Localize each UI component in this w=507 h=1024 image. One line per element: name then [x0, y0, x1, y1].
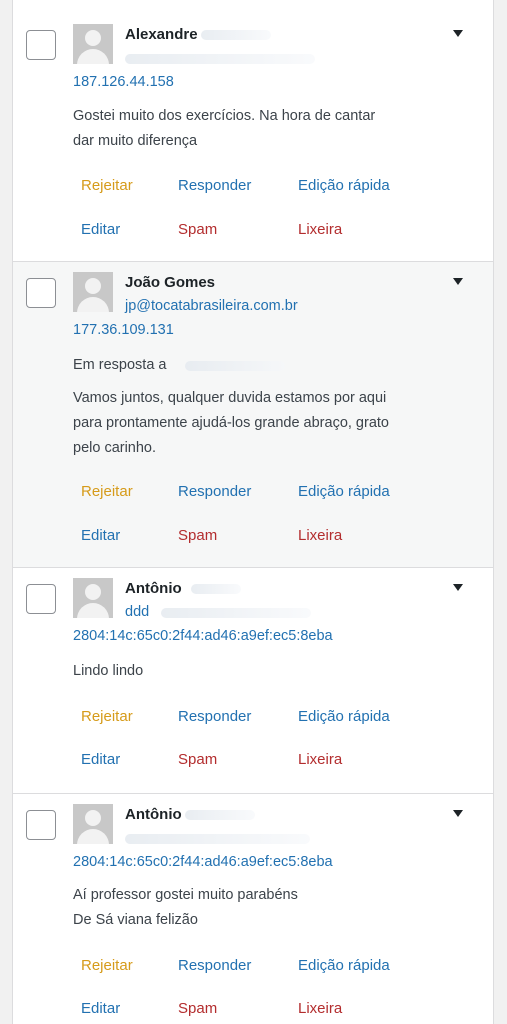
comment-select-checkbox[interactable] — [26, 810, 56, 840]
spam-link[interactable]: Spam — [178, 1000, 217, 1017]
reply-link[interactable]: Responder — [178, 957, 251, 974]
redacted-reply-target — [185, 361, 285, 371]
comment-author: João Gomes — [125, 274, 216, 291]
comment-ip[interactable]: 2804:14c:65c0:2f44:ad46:a9ef:ec5:8eba — [73, 628, 333, 644]
trash-link[interactable]: Lixeira — [298, 1000, 342, 1017]
comment-select-checkbox[interactable] — [26, 278, 56, 308]
reject-link[interactable]: Rejeitar — [81, 957, 133, 974]
toggle-row-icon[interactable] — [453, 810, 463, 817]
comment-email[interactable]: ddd — [125, 604, 149, 620]
comment-text: Vamos juntos, qualquer duvida estamos po… — [73, 390, 389, 456]
comment-row: Antônio 2804:14c:65c0:2f44:ad46:a9ef:ec5… — [13, 794, 493, 1024]
reject-link[interactable]: Rejeitar — [81, 177, 133, 194]
edit-link[interactable]: Editar — [81, 1000, 120, 1017]
comment-select-checkbox[interactable] — [26, 584, 56, 614]
comment-select-checkbox[interactable] — [26, 30, 56, 60]
comment-ip[interactable]: 177.36.109.131 — [73, 322, 174, 338]
comment-text: Gostei muito dos exercícios. Na hora de … — [73, 108, 376, 149]
spam-link[interactable]: Spam — [178, 527, 217, 544]
trash-link[interactable]: Lixeira — [298, 751, 342, 768]
reject-link[interactable]: Rejeitar — [81, 483, 133, 500]
edit-link[interactable]: Editar — [81, 221, 120, 238]
redacted-email — [161, 608, 311, 618]
quick-edit-link[interactable]: Edição rápida — [298, 957, 390, 974]
trash-link[interactable]: Lixeira — [298, 527, 342, 544]
edit-link[interactable]: Editar — [81, 751, 120, 768]
list-top-edge — [13, 0, 493, 15]
avatar — [73, 24, 113, 64]
comment-email[interactable]: jp@tocatabrasileira.com.br — [125, 298, 298, 314]
avatar — [73, 272, 113, 312]
comment-ip[interactable]: 187.126.44.158 — [73, 74, 174, 90]
redacted-author-surname — [201, 30, 271, 40]
spam-link[interactable]: Spam — [178, 221, 217, 238]
quick-edit-link[interactable]: Edição rápida — [298, 708, 390, 725]
comment-text: Aí professor gostei muito parabéns De Sá… — [73, 887, 298, 928]
comment-author: Alexandre — [125, 26, 198, 43]
reply-link[interactable]: Responder — [178, 708, 251, 725]
reply-link[interactable]: Responder — [178, 177, 251, 194]
redacted-email — [125, 54, 315, 64]
toggle-row-icon[interactable] — [453, 30, 463, 37]
comment-author: Antônio — [125, 806, 182, 823]
trash-link[interactable]: Lixeira — [298, 221, 342, 238]
toggle-row-icon[interactable] — [453, 278, 463, 285]
toggle-row-icon[interactable] — [453, 584, 463, 591]
avatar — [73, 578, 113, 618]
redacted-author-surname — [191, 584, 241, 594]
comment-text: Lindo lindo — [73, 663, 144, 679]
comment-row: João Gomes jp@tocatabrasileira.com.br 17… — [13, 262, 493, 568]
quick-edit-link[interactable]: Edição rápida — [298, 177, 390, 194]
comment-row: Alexandre 187.126.44.158 Gostei muito do… — [13, 14, 493, 262]
comment-ip[interactable]: 2804:14c:65c0:2f44:ad46:a9ef:ec5:8eba — [73, 854, 333, 870]
comments-list: Alexandre 187.126.44.158 Gostei muito do… — [12, 0, 494, 1024]
redacted-email — [125, 834, 310, 844]
reject-link[interactable]: Rejeitar — [81, 708, 133, 725]
comment-author: Antônio — [125, 580, 182, 597]
quick-edit-link[interactable]: Edição rápida — [298, 483, 390, 500]
reply-link[interactable]: Responder — [178, 483, 251, 500]
spam-link[interactable]: Spam — [178, 751, 217, 768]
redacted-author-surname — [185, 810, 255, 820]
edit-link[interactable]: Editar — [81, 527, 120, 544]
comment-row: Antônio ddd 2804:14c:65c0:2f44:ad46:a9ef… — [13, 568, 493, 794]
in-reply-to: Em resposta a — [73, 357, 167, 373]
avatar — [73, 804, 113, 844]
